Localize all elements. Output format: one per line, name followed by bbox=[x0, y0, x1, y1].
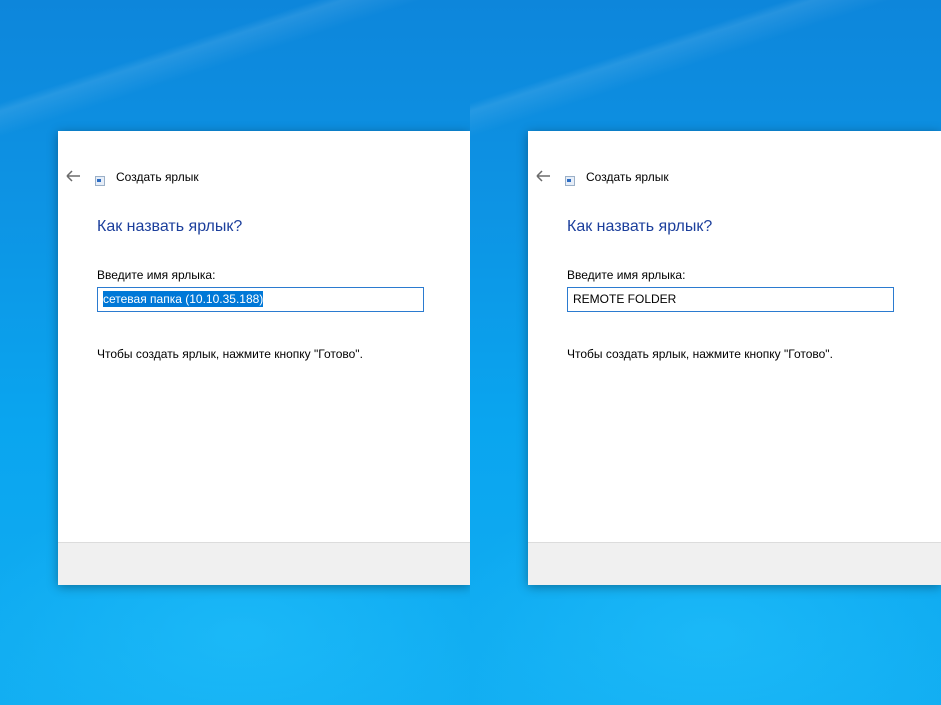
wizard-title: Создать ярлык bbox=[116, 170, 199, 184]
name-field-label: Введите имя ярлыка: bbox=[97, 268, 216, 282]
shortcut-icon bbox=[95, 176, 105, 186]
wizard-title: Создать ярлык bbox=[586, 170, 669, 184]
create-shortcut-dialog: Создать ярлык Как назвать ярлык? Введите… bbox=[528, 131, 941, 585]
name-field-label: Введите имя ярлыка: bbox=[567, 268, 686, 282]
dialog-footer bbox=[528, 542, 941, 585]
finish-hint: Чтобы создать ярлык, нажмите кнопку "Гот… bbox=[567, 347, 833, 361]
create-shortcut-dialog: Создать ярлык Как назвать ярлык? Введите… bbox=[58, 131, 470, 585]
back-arrow-icon[interactable] bbox=[64, 167, 84, 185]
finish-hint: Чтобы создать ярлык, нажмите кнопку "Гот… bbox=[97, 347, 363, 361]
dialog-footer bbox=[58, 542, 470, 585]
desktop-panel-right: Создать ярлык Как назвать ярлык? Введите… bbox=[470, 0, 941, 705]
page-heading: Как назвать ярлык? bbox=[97, 218, 243, 235]
shortcut-name-input[interactable]: REMOTE FOLDER bbox=[567, 287, 894, 312]
shortcut-name-input[interactable]: сетевая папка (10.10.35.188) bbox=[97, 287, 424, 312]
page-heading: Как назвать ярлык? bbox=[567, 218, 713, 235]
desktop-panel-left: Создать ярлык Как назвать ярлык? Введите… bbox=[0, 0, 470, 705]
back-arrow-icon[interactable] bbox=[534, 167, 554, 185]
selected-text: сетевая папка (10.10.35.188) bbox=[103, 291, 264, 307]
shortcut-icon bbox=[565, 176, 575, 186]
